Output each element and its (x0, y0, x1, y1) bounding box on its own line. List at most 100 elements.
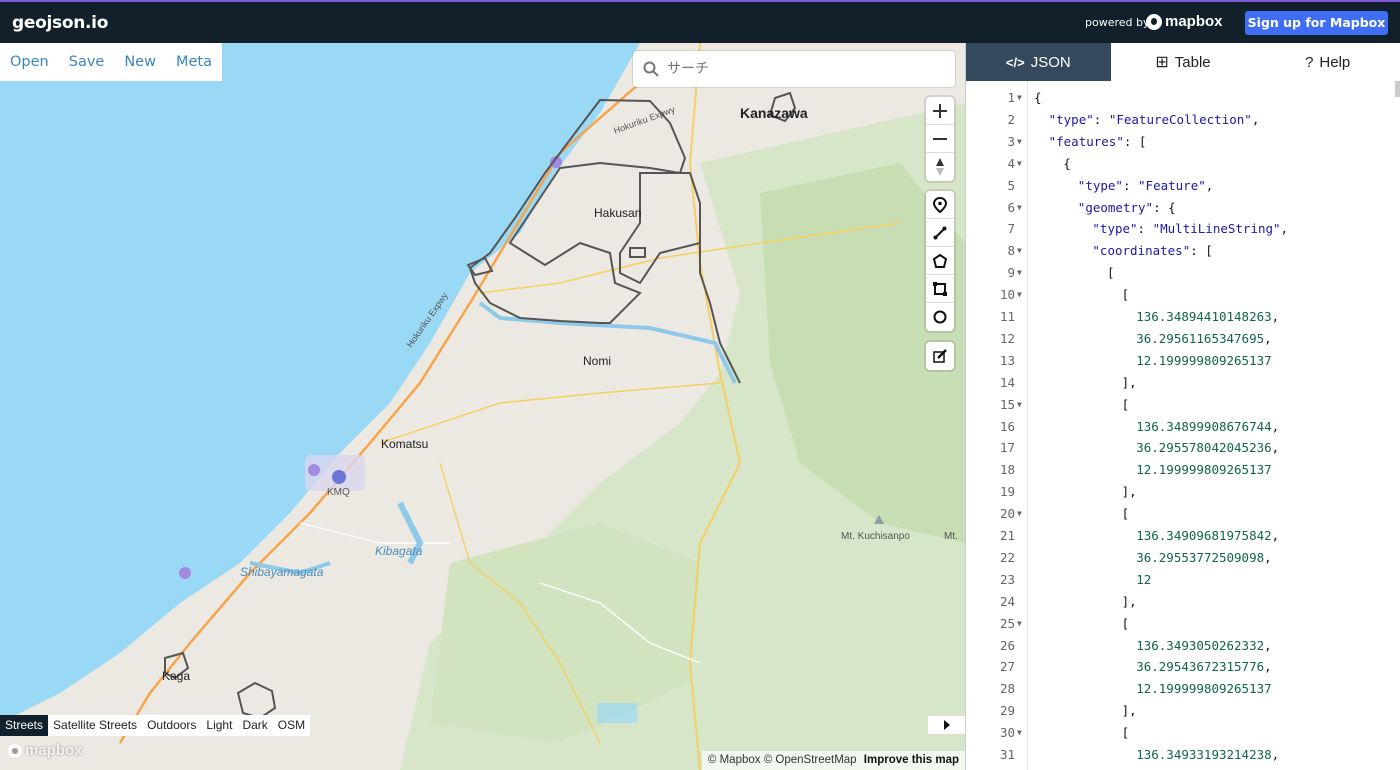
map-canvas[interactable] (0, 43, 965, 770)
map-label-kmq: KMQ (327, 487, 350, 498)
code-line[interactable]: 17 36.295578042045236, (966, 437, 1400, 459)
new-button[interactable]: New (124, 54, 156, 70)
fold-arrow-icon[interactable]: ▼ (1017, 722, 1022, 744)
code-line[interactable]: 1 ▼ { (966, 87, 1400, 109)
code-line[interactable]: 24], (966, 591, 1400, 613)
code-line[interactable]: 27 36.29543672315776, (966, 656, 1400, 678)
code-line[interactable]: 12 36.29561165347695, (966, 328, 1400, 350)
fold-arrow-icon[interactable]: ▼ (1017, 613, 1022, 635)
meta-button[interactable]: Meta (176, 54, 212, 70)
tab-table[interactable]: ⊞ Table (1111, 43, 1256, 81)
circle-icon (933, 310, 947, 324)
line-number: 12 (999, 330, 1015, 346)
table-icon: ⊞ (1155, 54, 1169, 71)
minus-icon (933, 137, 947, 140)
plus-icon (933, 103, 947, 118)
code-text: 36.295578042045236, (1136, 440, 1280, 456)
code-line[interactable]: 16 136.34899908676744, (966, 416, 1400, 438)
search-input[interactable] (667, 61, 927, 77)
zoom-in-button[interactable] (926, 97, 954, 125)
fold-arrow-icon[interactable]: ▼ (1017, 240, 1022, 262)
code-line[interactable]: 25 ▼ [ (966, 613, 1400, 635)
fold-arrow-icon[interactable]: ▼ (1017, 87, 1022, 109)
code-line[interactable]: 21 136.34909681975842, (966, 525, 1400, 547)
improve-map-link[interactable]: Improve this map (864, 754, 959, 766)
line-number: 15 (999, 396, 1015, 412)
code-line[interactable]: 31 136.34933193214238, (966, 744, 1400, 766)
code-line[interactable]: 5 "type": "Feature", (966, 175, 1400, 197)
code-line[interactable]: 7 "type": "MultiLineString", (966, 218, 1400, 240)
style-light[interactable]: Light (201, 715, 237, 736)
panel-tabs: </> JSON ⊞ Table ? Help (966, 43, 1400, 81)
code-line[interactable]: 6 ▼ "geometry": { (966, 197, 1400, 219)
style-dark[interactable]: Dark (237, 715, 272, 736)
style-outdoors[interactable]: Outdoors (142, 715, 201, 736)
style-osm[interactable]: OSM (273, 715, 310, 736)
collapse-panel-button[interactable] (928, 716, 965, 734)
open-button[interactable]: Open (10, 54, 49, 70)
tab-help[interactable]: ? Help (1255, 43, 1400, 81)
brand-logo[interactable]: geojson.io (12, 13, 108, 33)
style-streets[interactable]: Streets (0, 715, 49, 736)
map-label-kaga: Kaga (162, 669, 191, 683)
json-editor[interactable]: 1 ▼{2 "type": "FeatureCollection", 3 ▼ "featu… (966, 81, 1400, 770)
compass-icon (936, 158, 944, 176)
fold-arrow-icon[interactable]: ▼ (1017, 131, 1022, 153)
draw-line-button[interactable] (926, 219, 954, 247)
search-box[interactable] (633, 51, 955, 87)
signup-button[interactable]: Sign up for Mapbox (1245, 11, 1388, 35)
mapbox-watermark[interactable]: mapbox (7, 742, 83, 759)
code-line[interactable]: 11 136.34894410148263, (966, 306, 1400, 328)
code-line[interactable]: 8 ▼ "coordinates": [ (966, 240, 1400, 262)
code-line[interactable]: 2 "type": "FeatureCollection", (966, 109, 1400, 131)
draw-marker-button[interactable] (926, 191, 954, 219)
map-view[interactable]: Kanazawa Hakusan Nomi Komatsu KMQ Kibaga… (0, 43, 965, 770)
save-button[interactable]: Save (69, 54, 105, 70)
line-number: 5 (1007, 177, 1015, 193)
code-text: [ (1121, 506, 1130, 522)
code-line[interactable]: 14], (966, 372, 1400, 394)
attribution-osm[interactable]: © OpenStreetMap (764, 754, 857, 766)
code-line[interactable]: 9 ▼ [ (966, 262, 1400, 284)
code-line[interactable]: 19], (966, 481, 1400, 503)
fold-arrow-icon[interactable]: ▼ (1017, 284, 1022, 306)
fold-arrow-icon[interactable]: ▼ (1017, 153, 1022, 175)
line-number: 2 (1007, 111, 1015, 127)
edit-button[interactable] (926, 342, 954, 370)
code-line[interactable]: 30 ▼ [ (966, 722, 1400, 744)
style-satellite-streets[interactable]: Satellite Streets (48, 715, 142, 736)
code-line[interactable]: 18 12.199999809265137 (966, 459, 1400, 481)
code-line[interactable]: 29], (966, 700, 1400, 722)
code-text: [ (1121, 725, 1130, 741)
mapbox-watermark-text: mapbox (25, 742, 83, 759)
draw-polygon-button[interactable] (926, 247, 954, 275)
code-line[interactable]: 28 12.199999809265137 (966, 678, 1400, 700)
code-line[interactable]: 20 ▼ [ (966, 503, 1400, 525)
code-line[interactable]: 4 ▼ { (966, 153, 1400, 175)
code-text: 36.29553772509098, (1136, 549, 1272, 565)
code-line[interactable]: 10 ▼ [ (966, 284, 1400, 306)
draw-controls (926, 191, 954, 331)
fold-arrow-icon[interactable]: ▼ (1017, 262, 1022, 284)
code-line[interactable]: 15 ▼ [ (966, 394, 1400, 416)
draw-circle-button[interactable] (926, 303, 954, 331)
code-line[interactable]: 26 136.3493050262332, (966, 635, 1400, 657)
fold-arrow-icon[interactable]: ▼ (1017, 503, 1022, 525)
mapbox-logo[interactable]: mapbox (1146, 13, 1223, 30)
code-text: 12 (1136, 571, 1152, 587)
line-number: 4 (1007, 155, 1015, 171)
draw-rectangle-button[interactable] (926, 275, 954, 303)
editor-scrollbar[interactable] (1395, 81, 1400, 97)
code-line[interactable]: 22 36.29553772509098, (966, 547, 1400, 569)
code-text: ], (1121, 593, 1137, 609)
code-line[interactable]: 23 12 (966, 569, 1400, 591)
compass-button[interactable] (926, 153, 954, 181)
tab-json[interactable]: </> JSON (966, 43, 1111, 81)
attribution-mapbox[interactable]: © Mapbox (708, 754, 761, 766)
code-icon: </> (1005, 54, 1025, 70)
code-line[interactable]: 13 12.199999809265137 (966, 350, 1400, 372)
fold-arrow-icon[interactable]: ▼ (1017, 197, 1022, 219)
zoom-out-button[interactable] (926, 125, 954, 153)
fold-arrow-icon[interactable]: ▼ (1017, 394, 1022, 416)
code-line[interactable]: 3 ▼ "features": [ (966, 131, 1400, 153)
